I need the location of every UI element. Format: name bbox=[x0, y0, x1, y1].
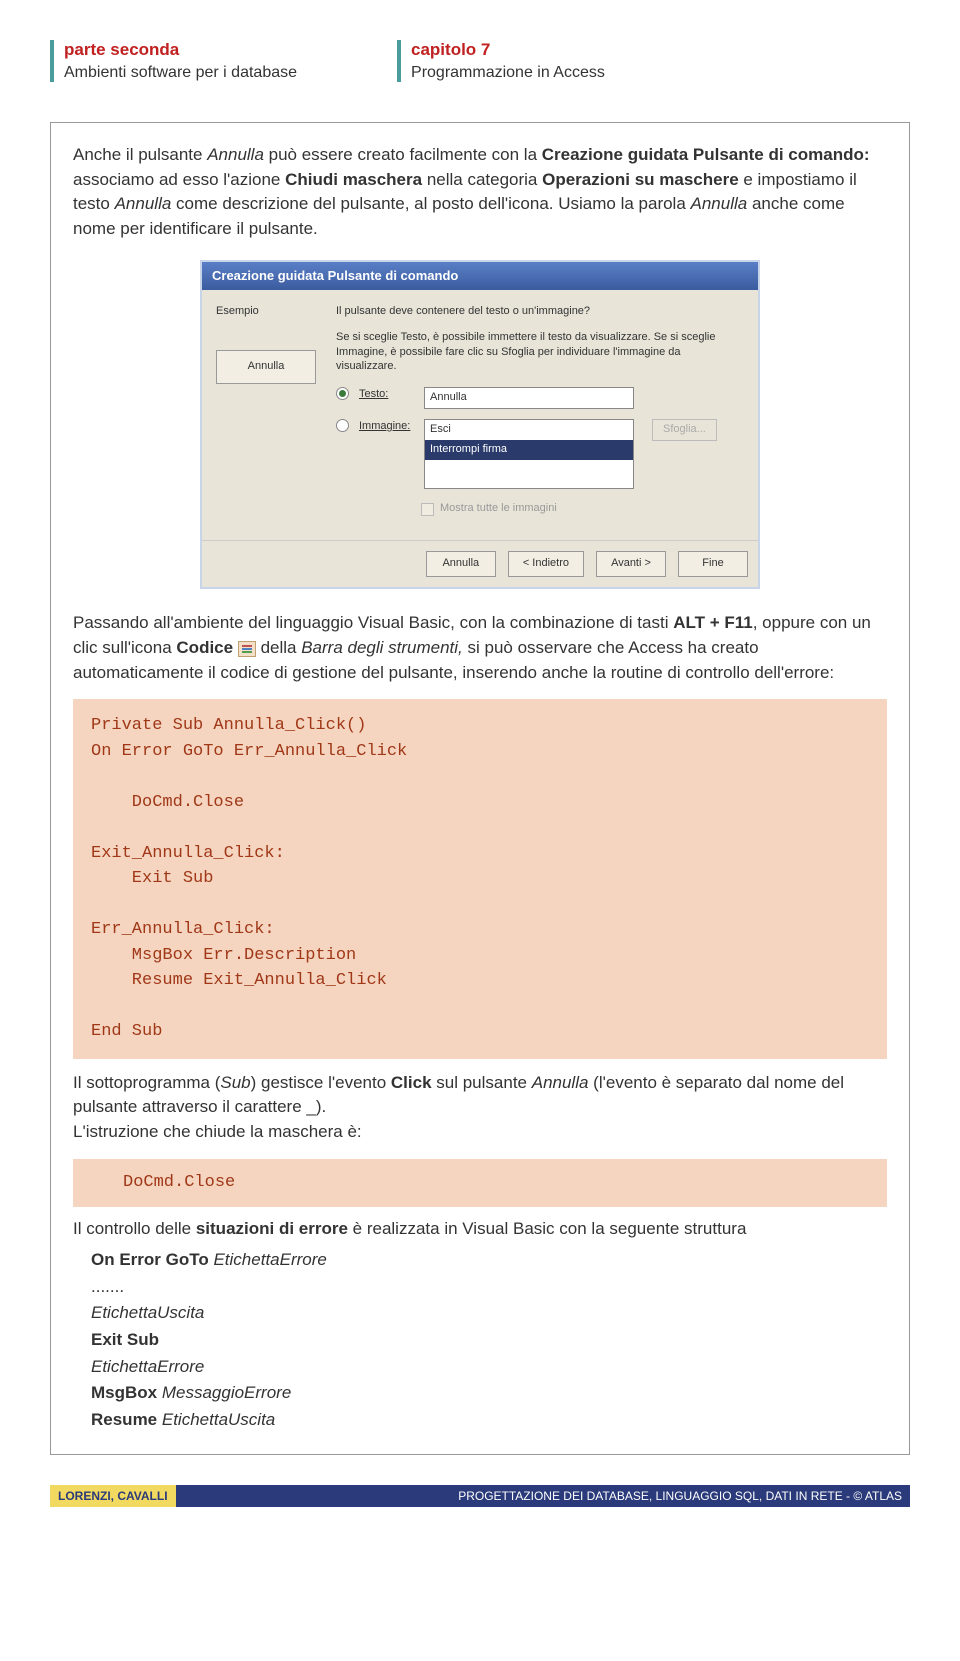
image-listbox[interactable]: Esci Interrompi firma bbox=[424, 419, 634, 489]
finish-button[interactable]: Fine bbox=[678, 551, 748, 577]
wizard-title: Creazione guidata Pulsante di comando bbox=[202, 262, 758, 291]
header-left-sub: Ambienti software per i database bbox=[64, 64, 297, 82]
radio-image[interactable] bbox=[336, 419, 349, 432]
paragraph-2: Passando all'ambiente del linguaggio Vis… bbox=[73, 611, 887, 685]
footer-authors: LORENZI, CAVALLI bbox=[50, 1485, 176, 1507]
show-all-checkbox[interactable] bbox=[421, 503, 434, 516]
header-right-sub: Programmazione in Access bbox=[411, 64, 605, 82]
wizard-options-pane: Il pulsante deve contenere del testo o u… bbox=[336, 304, 744, 526]
radio-row-image: Immagine: Esci Interrompi firma Sfoglia.… bbox=[336, 419, 744, 489]
paragraph-4: Il controllo delle situazioni di errore … bbox=[73, 1217, 887, 1242]
cancel-button[interactable]: Annulla bbox=[426, 551, 496, 577]
show-all-row: Mostra tutte le immagini bbox=[421, 501, 744, 517]
example-label: Esempio bbox=[216, 304, 316, 320]
wizard-footer: Annulla < Indietro Avanti > Fine bbox=[202, 540, 758, 587]
page-footer: LORENZI, CAVALLI PROGETTAZIONE DEI DATAB… bbox=[50, 1485, 910, 1507]
content-box: Anche il pulsante Annulla può essere cre… bbox=[50, 122, 910, 1455]
header-right: capitolo 7 Programmazione in Access bbox=[397, 40, 605, 82]
header-left: parte seconda Ambienti software per i da… bbox=[50, 40, 297, 82]
radio-row-text: Testo: Annulla bbox=[336, 387, 744, 409]
radio-image-label: Immagine: bbox=[359, 419, 414, 435]
wizard-example-pane: Esempio Annulla bbox=[216, 304, 316, 526]
code-block-1: Private Sub Annulla_Click() On Error GoT… bbox=[73, 699, 887, 1059]
page-header: parte seconda Ambienti software per i da… bbox=[50, 40, 910, 82]
show-all-label: Mostra tutte le immagini bbox=[440, 501, 557, 517]
header-right-title: capitolo 7 bbox=[411, 40, 605, 60]
footer-title: PROGETTAZIONE DEI DATABASE, LINGUAGGIO S… bbox=[176, 1485, 910, 1507]
browse-button[interactable]: Sfoglia... bbox=[652, 419, 717, 441]
next-button[interactable]: Avanti > bbox=[596, 551, 666, 577]
paragraph-3: Il sottoprogramma (Sub) gestisce l'event… bbox=[73, 1071, 887, 1145]
text-input[interactable]: Annulla bbox=[424, 387, 634, 409]
code-icon bbox=[238, 641, 256, 657]
paragraph-1: Anche il pulsante Annulla può essere cre… bbox=[73, 143, 887, 242]
wizard-dialog: Creazione guidata Pulsante di comando Es… bbox=[200, 260, 760, 590]
wizard-body: Esempio Annulla Il pulsante deve contene… bbox=[202, 290, 758, 540]
wizard-note: Se si sceglie Testo, è possibile immette… bbox=[336, 330, 744, 373]
error-structure: On Error GoTo EtichettaErrore ....... Et… bbox=[91, 1248, 887, 1432]
wizard-question: Il pulsante deve contenere del testo o u… bbox=[336, 304, 744, 320]
radio-text-label: Testo: bbox=[359, 387, 414, 403]
header-left-title: parte seconda bbox=[64, 40, 297, 60]
sample-button[interactable]: Annulla bbox=[216, 350, 316, 384]
radio-text[interactable] bbox=[336, 387, 349, 400]
list-item[interactable]: Esci bbox=[425, 420, 633, 440]
code-block-2: DoCmd.Close bbox=[73, 1159, 887, 1208]
back-button[interactable]: < Indietro bbox=[508, 551, 584, 577]
list-item[interactable]: Interrompi firma bbox=[425, 440, 633, 460]
